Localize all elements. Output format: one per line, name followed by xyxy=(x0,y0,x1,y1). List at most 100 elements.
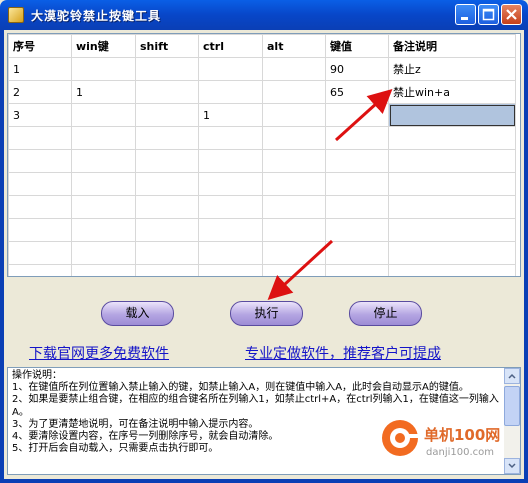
table-row[interactable] xyxy=(8,264,516,276)
table-cell[interactable] xyxy=(71,126,136,150)
table-cell[interactable] xyxy=(135,103,199,127)
table-cell[interactable]: 3 xyxy=(8,103,72,127)
table-cell[interactable] xyxy=(8,195,72,219)
table-cell[interactable] xyxy=(198,149,263,173)
chevron-up-icon xyxy=(508,373,516,379)
table-cell[interactable] xyxy=(71,103,136,127)
download-link[interactable]: 下载官网更多免费软件 xyxy=(29,343,169,363)
execute-button[interactable]: 执行 xyxy=(230,301,303,326)
table-cell[interactable] xyxy=(8,264,72,276)
column-header[interactable]: 序号 xyxy=(8,34,72,58)
table-cell[interactable] xyxy=(388,218,516,242)
table-cell[interactable] xyxy=(262,172,326,196)
table-row[interactable] xyxy=(8,195,516,219)
table-row[interactable] xyxy=(8,172,516,196)
table-cell[interactable] xyxy=(325,195,389,219)
key-table[interactable]: 序号 win键 shift ctrl alt 键值 备注说明 1 90 禁止z 2 1 65 禁止win… xyxy=(7,33,521,277)
table-cell[interactable] xyxy=(135,57,199,81)
table-cell[interactable] xyxy=(262,126,326,150)
table-cell[interactable] xyxy=(198,195,263,219)
column-header[interactable]: 键值 xyxy=(325,34,389,58)
watermark-site: danji100.com xyxy=(426,447,494,458)
table-cell[interactable] xyxy=(388,149,516,173)
table-cell[interactable] xyxy=(198,80,263,104)
table-cell[interactable]: 65 xyxy=(325,80,389,104)
stop-button[interactable]: 停止 xyxy=(349,301,422,326)
table-cell[interactable] xyxy=(135,264,199,276)
table-cell[interactable] xyxy=(8,126,72,150)
table-cell[interactable] xyxy=(325,149,389,173)
table-row[interactable] xyxy=(8,241,516,265)
table-cell[interactable] xyxy=(325,218,389,242)
column-header[interactable]: 备注说明 xyxy=(388,34,516,58)
table-cell[interactable] xyxy=(325,126,389,150)
table-cell[interactable] xyxy=(262,149,326,173)
table-cell[interactable] xyxy=(388,195,516,219)
table-cell[interactable] xyxy=(262,195,326,219)
load-button[interactable]: 载入 xyxy=(101,301,174,326)
table-cell[interactable] xyxy=(388,241,516,265)
table-cell[interactable] xyxy=(388,126,516,150)
table-cell[interactable] xyxy=(262,80,326,104)
table-row[interactable] xyxy=(8,149,516,173)
scroll-up-button[interactable] xyxy=(504,368,520,384)
table-cell[interactable] xyxy=(325,103,389,127)
table-cell[interactable]: 90 xyxy=(325,57,389,81)
table-row[interactable]: 2 1 65 禁止win+a xyxy=(8,80,516,104)
table-cell[interactable] xyxy=(71,57,136,81)
table-row[interactable]: 31 xyxy=(8,103,516,127)
close-button[interactable] xyxy=(501,4,522,25)
table-cell[interactable] xyxy=(262,264,326,276)
table-cell[interactable] xyxy=(8,241,72,265)
table-cell[interactable] xyxy=(325,264,389,276)
table-cell[interactable] xyxy=(71,195,136,219)
table-row[interactable] xyxy=(8,218,516,242)
table-cell[interactable]: 2 xyxy=(8,80,72,104)
table-cell[interactable]: 1 xyxy=(8,57,72,81)
maximize-button[interactable] xyxy=(478,4,499,25)
table-cell[interactable] xyxy=(198,57,263,81)
column-header[interactable]: ctrl xyxy=(198,34,263,58)
table-cell[interactable] xyxy=(135,126,199,150)
column-header[interactable]: win键 xyxy=(71,34,136,58)
table-cell[interactable] xyxy=(8,149,72,173)
table-cell[interactable] xyxy=(71,218,136,242)
table-cell[interactable] xyxy=(388,103,516,127)
table-cell[interactable] xyxy=(262,241,326,265)
minimize-button[interactable] xyxy=(455,4,476,25)
table-cell[interactable] xyxy=(262,103,326,127)
table-cell[interactable] xyxy=(325,241,389,265)
table-cell[interactable] xyxy=(198,241,263,265)
table-cell[interactable] xyxy=(8,172,72,196)
table-cell[interactable] xyxy=(135,218,199,242)
table-cell[interactable] xyxy=(71,264,136,276)
table-row[interactable] xyxy=(8,126,516,150)
table-cell[interactable]: 1 xyxy=(71,80,136,104)
table-cell[interactable] xyxy=(262,218,326,242)
table-cell[interactable]: 1 xyxy=(198,103,263,127)
table-cell[interactable] xyxy=(198,126,263,150)
table-cell[interactable] xyxy=(198,264,263,276)
table-cell[interactable] xyxy=(325,172,389,196)
table-cell[interactable] xyxy=(71,149,136,173)
table-cell[interactable] xyxy=(198,172,263,196)
table-cell[interactable] xyxy=(388,264,516,276)
table-cell[interactable] xyxy=(71,172,136,196)
table-cell[interactable] xyxy=(198,218,263,242)
table-cell[interactable] xyxy=(135,149,199,173)
title-bar[interactable]: 大漠驼铃禁止按键工具 xyxy=(0,0,528,30)
table-cell[interactable] xyxy=(71,241,136,265)
custom-software-link[interactable]: 专业定做软件，推荐客户可提成 xyxy=(245,343,441,363)
column-header[interactable]: shift xyxy=(135,34,199,58)
table-cell[interactable] xyxy=(135,241,199,265)
table-cell[interactable]: 禁止z xyxy=(388,57,516,81)
table-cell[interactable] xyxy=(8,218,72,242)
table-cell[interactable]: 禁止win+a xyxy=(388,80,516,104)
table-cell[interactable] xyxy=(262,57,326,81)
table-cell[interactable] xyxy=(135,80,199,104)
table-cell[interactable] xyxy=(388,172,516,196)
column-header[interactable]: alt xyxy=(262,34,326,58)
table-row[interactable]: 1 90 禁止z xyxy=(8,57,516,81)
table-cell[interactable] xyxy=(135,195,199,219)
table-cell[interactable] xyxy=(135,172,199,196)
